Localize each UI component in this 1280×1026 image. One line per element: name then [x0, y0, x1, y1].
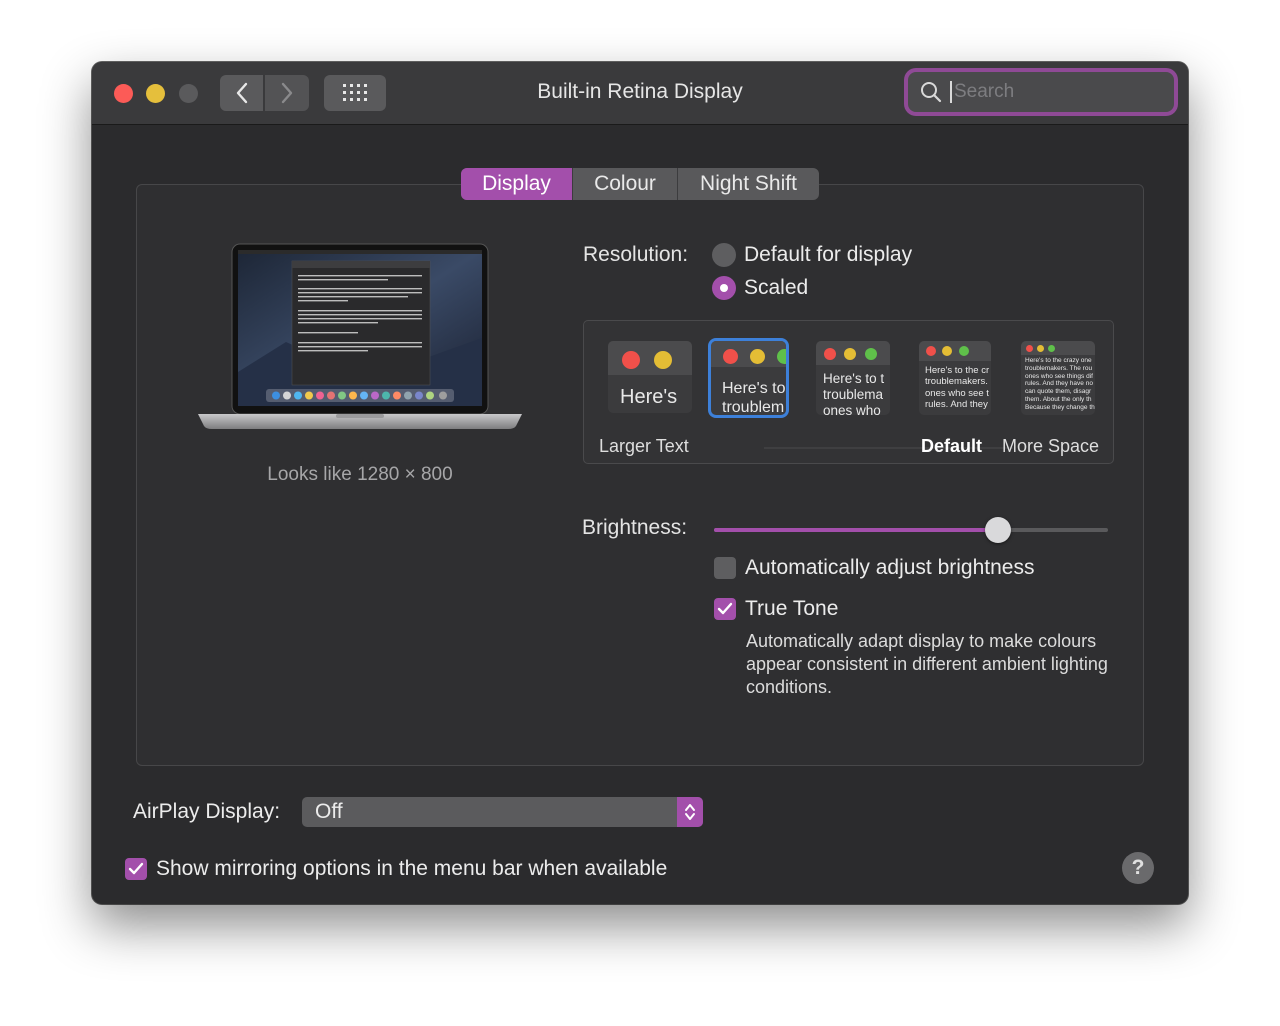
scale-option-larger-text[interactable]: Here's — [608, 341, 692, 413]
tab-bar: Display Colour Night Shift — [461, 168, 819, 200]
airplay-label: AirPlay Display: — [133, 800, 281, 823]
airplay-select[interactable]: Off — [302, 797, 703, 827]
scale-label-larger-text: Larger Text — [599, 436, 689, 456]
checkbox-label: Show mirroring options in the menu bar w… — [156, 857, 668, 880]
true-tone-checkbox[interactable] — [714, 598, 736, 620]
help-button[interactable]: ? — [1122, 852, 1154, 884]
radio-default-for-display[interactable]: Default for display — [712, 243, 912, 267]
radio-scaled[interactable]: Scaled — [712, 276, 808, 300]
brightness-slider-knob[interactable] — [984, 517, 1011, 543]
thumbnail-text: Here's to troublem — [722, 380, 786, 415]
brightness-slider[interactable] — [714, 517, 1108, 543]
auto-brightness-checkbox-row[interactable]: Automatically adjust brightness — [714, 556, 1034, 580]
brightness-slider-fill — [714, 528, 998, 532]
tab-night-shift[interactable]: Night Shift — [678, 168, 819, 200]
scale-option-default[interactable]: Here's to the cr troublemakers. ones who… — [919, 341, 991, 415]
thumbnail-text: Here's to t troublema ones who — [823, 371, 885, 415]
macbook-preview-image — [198, 243, 522, 429]
scale-option-more-space[interactable]: Here's to the crazy one troublemakers. T… — [1021, 341, 1095, 415]
checkbox-label: True Tone — [745, 597, 839, 620]
true-tone-description: Automatically adapt display to make colo… — [746, 631, 1108, 697]
preferences-window: Built-in Retina Display Display Colour N… — [92, 62, 1188, 904]
scale-label-more-space: More Space — [1002, 436, 1100, 456]
radio-label: Scaled — [744, 276, 809, 299]
checkmark-icon — [717, 602, 733, 615]
scale-option-2[interactable]: Here's to troublem — [711, 341, 786, 415]
search-field[interactable] — [908, 72, 1174, 112]
search-icon — [921, 82, 942, 103]
airplay-select-value: Off — [315, 800, 343, 823]
radio-label: Default for display — [744, 243, 913, 266]
mirroring-checkbox[interactable] — [125, 858, 147, 880]
true-tone-checkbox-row[interactable]: True Tone — [714, 597, 838, 621]
scale-label-default: Default — [921, 436, 983, 456]
thumbnail-text: Here's to the cr troublemakers. ones who… — [925, 365, 990, 411]
select-arrows-icon[interactable] — [677, 797, 703, 827]
scaled-options-box: Here's Here's to troublem Here's to t tr… — [583, 320, 1114, 464]
title-bar: Built-in Retina Display — [92, 62, 1188, 125]
tab-display[interactable]: Display — [461, 168, 573, 200]
auto-brightness-checkbox[interactable] — [714, 557, 736, 579]
thumbnail-text: Here's — [620, 386, 678, 408]
mirroring-checkbox-row[interactable]: Show mirroring options in the menu bar w… — [125, 857, 667, 881]
radio-button[interactable] — [712, 243, 736, 267]
radio-button-selected[interactable] — [712, 276, 736, 300]
brightness-label: Brightness: — [582, 516, 688, 539]
effective-resolution-text: Looks like 1280 × 800 — [267, 464, 453, 485]
checkmark-icon — [128, 862, 144, 875]
checkbox-label: Automatically adjust brightness — [745, 556, 1035, 579]
tab-colour[interactable]: Colour — [573, 168, 678, 200]
resolution-label: Resolution: — [583, 243, 689, 266]
thumbnail-text: Here's to the crazy one troublemakers. T… — [1025, 357, 1095, 411]
search-input[interactable] — [952, 81, 1154, 103]
scale-option-3[interactable]: Here's to t troublema ones who — [816, 341, 890, 415]
